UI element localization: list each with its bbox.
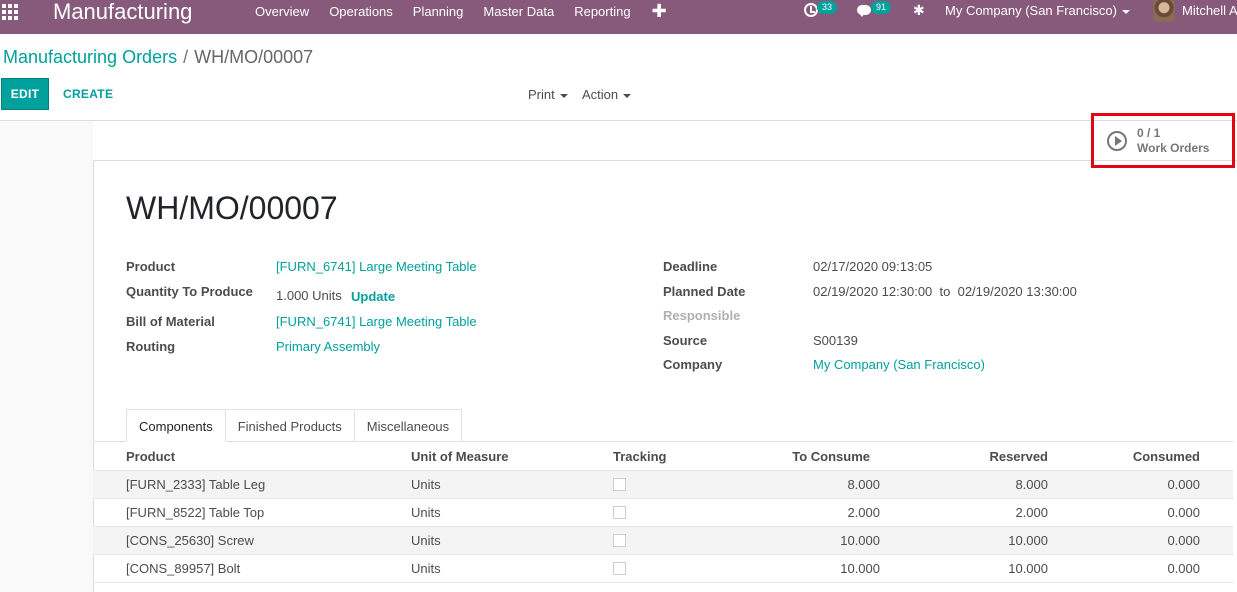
edit-button[interactable]: EDIT <box>1 78 49 110</box>
menu-operations[interactable]: Operations <box>319 0 403 24</box>
work-orders-count: 0 / 1 <box>1137 126 1161 140</box>
menu-reporting[interactable]: Reporting <box>564 0 640 24</box>
cell-consumed: 0.000 <box>1167 533 1200 548</box>
menu-overview[interactable]: Overview <box>245 0 319 24</box>
company-switcher-label: My Company (San Francisco) <box>945 3 1117 18</box>
table-row[interactable]: [CONS_25630] Screw Units 10.000 10.000 0… <box>93 527 1233 555</box>
cell-to-consume: 10.000 <box>840 561 880 576</box>
create-button[interactable]: CREATE <box>55 78 121 110</box>
tab-miscellaneous[interactable]: Miscellaneous <box>353 409 463 442</box>
top-navbar: Manufacturing Overview Operations Planni… <box>0 0 1237 34</box>
message-count-badge: 91 <box>871 1 892 14</box>
col-header-uom[interactable]: Unit of Measure <box>411 449 509 465</box>
add-menu-icon[interactable]: ✚ <box>641 1 678 22</box>
notebook-tabs: Components Finished Products Miscellaneo… <box>126 409 463 442</box>
planned-date-value: 02/19/2020 12:30:00 to 02/19/2020 13:30:… <box>813 284 1077 300</box>
company-value-link[interactable]: My Company (San Francisco) <box>813 357 985 373</box>
update-quantity-button[interactable]: Update <box>351 289 395 305</box>
cell-uom: Units <box>411 505 441 520</box>
breadcrumb-manufacturing-orders[interactable]: Manufacturing Orders <box>3 47 177 67</box>
breadcrumb-current: WH/MO/00007 <box>194 47 314 67</box>
planned-date-label: Planned Date <box>663 284 746 299</box>
cell-reserved: 10.000 <box>1008 561 1048 576</box>
cell-consumed: 0.000 <box>1167 561 1200 576</box>
cell-uom: Units <box>411 561 441 576</box>
cell-to-consume: 8.000 <box>847 477 880 492</box>
chevron-down-icon <box>1121 9 1130 14</box>
user-avatar[interactable] <box>1153 0 1175 22</box>
breadcrumb-separator: / <box>183 47 189 67</box>
tracking-checkbox[interactable] <box>613 534 626 547</box>
col-header-tracking[interactable]: Tracking <box>613 449 666 465</box>
record-title: WH/MO/00007 <box>126 190 338 226</box>
table-row[interactable]: [FURN_8522] Table Top Units 2.000 2.000 … <box>93 499 1233 527</box>
routing-label: Routing <box>126 339 176 354</box>
activity-count-badge: 33 <box>817 1 838 14</box>
tracking-checkbox[interactable] <box>613 562 626 575</box>
messages-chat-icon[interactable] <box>857 5 871 17</box>
tab-components[interactable]: Components <box>126 409 226 442</box>
cell-consumed: 0.000 <box>1167 477 1200 492</box>
tracking-checkbox[interactable] <box>613 478 626 491</box>
apps-menu-icon[interactable] <box>2 4 20 20</box>
tab-finished-products[interactable]: Finished Products <box>224 409 355 442</box>
chevron-down-icon <box>559 93 568 98</box>
cell-reserved: 10.000 <box>1008 533 1048 548</box>
cell-product: [CONS_89957] Bolt <box>126 561 241 576</box>
menu-planning[interactable]: Planning <box>403 0 474 24</box>
quantity-value: 1.000 Units <box>276 288 342 303</box>
tracking-checkbox[interactable] <box>613 506 626 519</box>
cell-product: [FURN_2333] Table Leg <box>126 477 266 492</box>
deadline-value: 02/17/2020 09:13:05 <box>813 259 933 274</box>
action-dropdown[interactable]: Action <box>582 86 632 104</box>
source-label: Source <box>663 333 708 348</box>
play-circle-icon <box>1107 131 1127 151</box>
cell-product: [CONS_25630] Screw <box>126 533 254 548</box>
planned-date-to: to <box>939 284 951 299</box>
col-header-to-consume[interactable]: To Consume <box>770 449 870 465</box>
planned-date-end: 02/19/2020 13:30:00 <box>957 284 1077 299</box>
col-header-reserved[interactable]: Reserved <box>948 449 1048 465</box>
company-label: Company <box>663 357 723 372</box>
chevron-down-icon <box>623 93 632 98</box>
responsible-label: Responsible <box>663 308 741 323</box>
cell-uom: Units <box>411 477 441 492</box>
app-name[interactable]: Manufacturing <box>53 0 192 25</box>
main-menu: Overview Operations Planning Master Data… <box>245 0 678 34</box>
product-label: Product <box>126 259 176 274</box>
debug-bug-icon[interactable]: ✱ <box>913 2 925 19</box>
cell-product: [FURN_8522] Table Top <box>126 505 265 520</box>
smart-button-box <box>93 121 1237 161</box>
cell-to-consume: 10.000 <box>840 533 880 548</box>
table-row[interactable]: [FURN_2333] Table Leg Units 8.000 8.000 … <box>93 471 1233 499</box>
menu-master-data[interactable]: Master Data <box>473 0 564 24</box>
work-orders-label: Work Orders <box>1137 141 1210 155</box>
bom-value-link[interactable]: [FURN_6741] Large Meeting Table <box>276 314 477 330</box>
quantity-label: Quantity To Produce <box>126 284 253 299</box>
planned-date-start: 02/19/2020 12:30:00 <box>813 284 933 299</box>
deadline-label: Deadline <box>663 259 718 274</box>
print-dropdown[interactable]: Print <box>528 86 568 104</box>
user-name[interactable]: Mitchell A <box>1182 2 1237 20</box>
product-value-link[interactable]: [FURN_6741] Large Meeting Table <box>276 259 477 275</box>
breadcrumb: Manufacturing Orders / WH/MO/00007 <box>3 47 313 68</box>
source-value: S00139 <box>813 333 858 348</box>
bom-label: Bill of Material <box>126 314 215 329</box>
col-header-consumed[interactable]: Consumed <box>1100 449 1200 465</box>
activity-clock-icon[interactable] <box>804 3 818 17</box>
company-switcher[interactable]: My Company (San Francisco) <box>945 2 1130 20</box>
cell-uom: Units <box>411 533 441 548</box>
table-row[interactable]: [CONS_89957] Bolt Units 10.000 10.000 0.… <box>93 555 1233 583</box>
cell-reserved: 8.000 <box>1015 477 1048 492</box>
cell-reserved: 2.000 <box>1015 505 1048 520</box>
cell-to-consume: 2.000 <box>847 505 880 520</box>
routing-value-link[interactable]: Primary Assembly <box>276 339 380 355</box>
col-header-product[interactable]: Product <box>126 449 175 465</box>
action-dropdown-label: Action <box>582 87 619 102</box>
print-dropdown-label: Print <box>528 87 555 102</box>
cell-consumed: 0.000 <box>1167 505 1200 520</box>
